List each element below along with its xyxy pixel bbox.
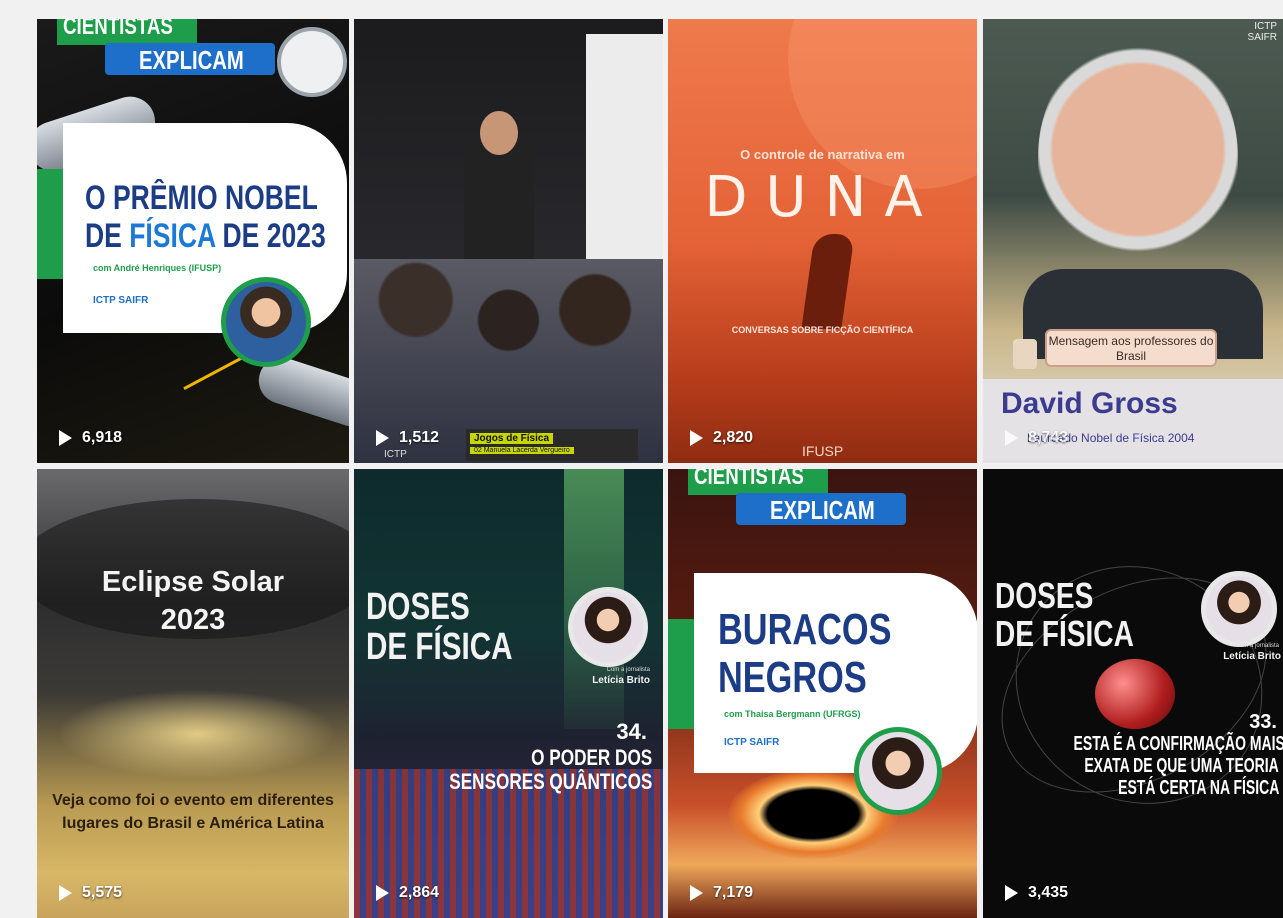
ifusp-logo: IFUSP [802, 443, 844, 459]
planet-decor [788, 19, 977, 189]
reel-tile-doses-33[interactable]: DOSES DE FÍSICA Com a jornalista Letícia… [983, 469, 1283, 918]
guest-avatar [854, 727, 942, 815]
video-subtitle: CONVERSAS SOBRE FICÇÃO CIENTÍFICA [731, 325, 914, 335]
video-subtitle: com Thaisa Bergmann (UFRGS) [724, 709, 861, 719]
view-count: 2,864 [376, 884, 439, 902]
reel-tile-jogos[interactable]: Jogos de Física 02 Manuela Lacerda Vergu… [354, 19, 663, 463]
reel-tile-eclipse[interactable]: Eclipse Solar 2023 Veja como foi o event… [37, 469, 349, 918]
video-caption: Veja como foi o evento em diferentes lug… [52, 792, 334, 832]
video-title: BURACOS [718, 605, 892, 654]
reel-tile-david-gross[interactable]: ICTP SAIFR Mensagem aos professores do B… [983, 19, 1283, 463]
view-count: 7,179 [690, 884, 753, 902]
episode-title: O PODER DOS [530, 745, 652, 770]
decor-stopwatch-icon [277, 27, 347, 97]
ictp-saifr-logo: ICTP SAIFR [1247, 21, 1277, 43]
reel-tile-nobel[interactable]: CIENTISTAS EXPLICAM O PRÊMIO NOBEL DE FÍ… [37, 19, 349, 463]
view-count: 6,918 [59, 429, 122, 447]
series-badge: CIENTISTAS [688, 469, 828, 495]
episode-title-line2: SENSORES QUÂNTICOS [448, 769, 652, 794]
episode-title: ESTA É A CONFIRMAÇÃO MAIS [1073, 733, 1283, 755]
host-label: Com a jornalista [1235, 643, 1279, 649]
video-subtitle: com André Henriques (IFUSP) [93, 263, 222, 273]
ictp-saifr-logo: ICTP SAIFR [724, 737, 780, 748]
ictp-saifr-logo: ICTP SAIFR [93, 295, 149, 306]
view-count: 1,512 [376, 429, 439, 447]
caption-box: Jogos de Física 02 Manuela Lacerda Vergu… [466, 429, 638, 461]
reel-tile-duna[interactable]: O controle de narrativa em DUNA CONVERSA… [668, 19, 977, 463]
host-avatar [568, 587, 648, 667]
episode-number: 34. [616, 719, 647, 744]
episode-number: 33. [1249, 711, 1277, 733]
episode-title-line2: EXATA DE QUE UMA TEORIA [1084, 755, 1279, 777]
view-count: 3,435 [1005, 884, 1068, 902]
caption-title: Jogos de Física [470, 433, 554, 444]
host-avatar [1201, 571, 1277, 647]
video-title-line2: DE FÍSICA DE 2023 [85, 217, 326, 255]
reel-tile-buracos-negros[interactable]: CIENTISTAS EXPLICAM BURACOS NEGROS com T… [668, 469, 977, 918]
guest-avatar [221, 277, 311, 367]
video-title: DUNA [704, 165, 941, 230]
view-count: 5,575 [59, 884, 122, 902]
speaker-face [1038, 37, 1238, 287]
view-count: 2,820 [690, 429, 753, 447]
projection-screen [586, 34, 663, 279]
series-badge: CIENTISTAS [57, 19, 197, 45]
speaker-head [480, 111, 518, 155]
episode-title-line3: ESTÁ CERTA NA FÍSICA [1117, 777, 1279, 799]
figure-silhouette [801, 234, 855, 329]
play-icon [690, 430, 703, 446]
sunlight-decor [57, 689, 337, 779]
host-name: Letícia Brito [1223, 651, 1281, 662]
play-icon [376, 885, 389, 901]
play-icon [1005, 430, 1018, 446]
video-title: O PRÊMIO NOBEL [85, 179, 318, 217]
speaker-icon [1013, 339, 1037, 369]
caption-subtitle: 02 Manuela Lacerda Vergueiro [470, 447, 574, 454]
reel-tile-doses-34[interactable]: DOSES DE FÍSICA Com a jornalista Letícia… [354, 469, 663, 918]
play-icon [59, 885, 72, 901]
series-badge-sub: EXPLICAM [105, 43, 275, 75]
nucleus-decor [1095, 659, 1175, 729]
host-name: Letícia Brito [592, 675, 650, 686]
host-label: Com a jornalista [606, 667, 650, 673]
view-count: 8,743 [1005, 429, 1068, 447]
series-title: DOSES [995, 575, 1094, 616]
ictp-logo: ICTP [384, 449, 407, 460]
title-card: BURACOS NEGROS com Thaisa Bergmann (UFRG… [694, 573, 977, 773]
series-badge-sub: EXPLICAM [736, 493, 906, 525]
reels-grid: CIENTISTAS EXPLICAM O PRÊMIO NOBEL DE FÍ… [37, 19, 1283, 918]
pretitle: O controle de narrativa em [740, 147, 905, 162]
play-icon [59, 430, 72, 446]
series-title: DOSES [366, 586, 470, 628]
play-icon [690, 885, 703, 901]
video-title: Eclipse Solar 2023 [101, 566, 285, 636]
play-icon [1005, 885, 1018, 901]
play-icon [376, 430, 389, 446]
speaker-name: David Gross [1001, 387, 1178, 420]
video-title-line2: NEGROS [718, 653, 867, 702]
message-bubble: Mensagem aos professores do Brasil [1045, 329, 1217, 367]
